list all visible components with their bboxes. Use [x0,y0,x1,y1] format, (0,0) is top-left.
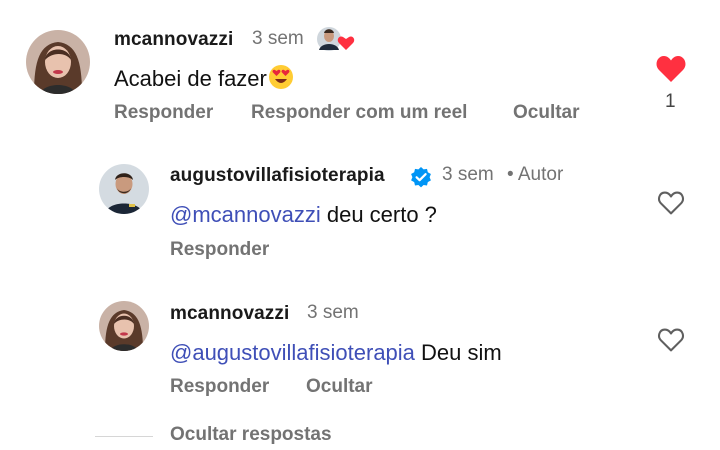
mention-link[interactable]: @mcannovazzi [170,202,321,227]
comment-timestamp: 3 sem [252,28,304,49]
hide-button[interactable]: Ocultar [513,102,580,124]
comment-timestamp: 3 sem [307,302,359,323]
avatar-mcannovazzi[interactable] [26,30,90,94]
verified-badge-icon [409,165,433,194]
avatar-mcannovazzi[interactable] [99,301,149,351]
mention-link[interactable]: @augustovillafisioterapia [170,340,415,365]
reply-button[interactable]: Responder [170,239,269,261]
reply-with-reel-button[interactable]: Responder com um reel [251,102,467,124]
avatar-augustovillafisioterapia[interactable] [99,164,149,214]
reply-button[interactable]: Responder [114,102,213,124]
comment-text: @augustovillafisioterapia Deu sim [170,340,502,365]
replies-divider [95,436,153,437]
comment-timestamp: 3 sem [442,164,494,185]
comment-text: Acabei de fazer [114,64,294,96]
heart-eyes-emoji [268,64,294,96]
hide-button[interactable]: Ocultar [306,376,373,398]
comment-text: @mcannovazzi deu certo ? [170,202,437,227]
hide-replies-button[interactable]: Ocultar respostas [170,424,332,446]
author-badge: • Autor [507,164,564,185]
comment-username[interactable]: mcannovazzi [114,29,233,51]
heart-outline-icon[interactable] [657,327,685,358]
creator-liked-badge [316,26,358,54]
comment-username[interactable]: augustovillafisioterapia [170,165,385,187]
heart-filled-icon[interactable] [655,54,687,89]
comment-username[interactable]: mcannovazzi [170,303,289,325]
heart-outline-icon[interactable] [657,190,685,221]
reply-button[interactable]: Responder [170,376,269,398]
like-count: 1 [665,91,676,112]
